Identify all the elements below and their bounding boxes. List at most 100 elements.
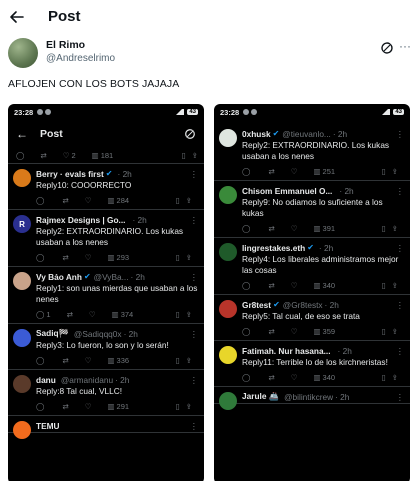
reply-item[interactable]: Gr8test ✔ @Gr8testx · 2h ⋮ Reply5: Tal c…	[214, 295, 410, 341]
bookmark-icon[interactable]: ▯	[176, 253, 180, 262]
like-icon[interactable]: ♡	[291, 373, 298, 382]
share-icon[interactable]: ⇪	[392, 373, 398, 382]
repost-icon[interactable]: ⇄	[67, 310, 73, 319]
more-options-icon[interactable]: ⋮	[190, 272, 198, 282]
reply-author-name[interactable]: Vy Bảo Anh	[36, 272, 82, 282]
reply-author-handle[interactable]: @Sadiqqq0x	[74, 329, 122, 339]
repost-icon[interactable]: ⇄	[268, 167, 274, 176]
share-icon[interactable]: ⇪	[392, 327, 398, 336]
bookmark-icon[interactable]: ▯	[382, 224, 386, 233]
reply-icon[interactable]: ◯	[242, 327, 252, 336]
reply-icon[interactable]: ◯	[36, 253, 46, 262]
share-icon[interactable]: ⇪	[392, 281, 398, 290]
like-icon[interactable]: ♡	[85, 253, 92, 262]
avatar[interactable]: R	[13, 215, 31, 233]
avatar[interactable]	[219, 186, 237, 204]
avatar[interactable]	[13, 272, 31, 290]
reply-author-name[interactable]: Jarule 🚢	[242, 391, 279, 402]
reply-author-name[interactable]: lingrestakes.eth	[242, 243, 305, 253]
share-icon[interactable]: ⇪	[392, 224, 398, 233]
bookmark-icon[interactable]: ▯	[176, 402, 180, 411]
avatar[interactable]	[13, 421, 31, 439]
reply-author-name[interactable]: TEMU	[36, 421, 60, 431]
reply-icon[interactable]: ◯	[242, 167, 252, 176]
reply-item[interactable]: danu @armanidanu · 2h ⋮ Reply:8 Tal cual…	[8, 370, 204, 416]
more-options-icon[interactable]: ⋮	[396, 243, 404, 253]
reply-item[interactable]: Sadiq🏁 @Sadiqqq0x · 2h ⋮ Reply3: Lo fuer…	[8, 324, 204, 370]
views-icon[interactable]: ▥ 251	[313, 167, 335, 176]
like-icon[interactable]: ♡	[291, 167, 298, 176]
reply-item[interactable]: Vy Bảo Anh ✔ @VyBa... · 2h ⋮ Reply1: son…	[8, 267, 204, 324]
share-icon[interactable]: ⇪	[186, 402, 192, 411]
bookmark-icon[interactable]: ▯	[176, 196, 180, 205]
reply-item[interactable]: 0xhusk ✔ @tieuvanlo... · 2h ⋮ Reply2: EX…	[214, 124, 410, 181]
reply-item[interactable]: TEMU ⋮	[8, 416, 204, 439]
more-options-icon[interactable]: ⋮	[190, 215, 198, 225]
avatar[interactable]	[13, 375, 31, 393]
author-name[interactable]: El Rimo	[46, 39, 85, 51]
views-icon[interactable]: ▥ 374	[112, 310, 134, 319]
repost-icon[interactable]: ⇄	[268, 327, 274, 336]
reply-author-handle[interactable]: @armanidanu	[61, 375, 113, 385]
views-icon[interactable]: ▥ 293	[107, 253, 129, 262]
like-icon[interactable]: ♡	[89, 310, 96, 319]
reply-author-name[interactable]: Sadiq🏁	[36, 328, 69, 339]
reply-author-handle[interactable]: @tieuvanlo...	[282, 129, 331, 139]
like-icon[interactable]: ♡	[85, 356, 92, 365]
repost-icon[interactable]: ⇄	[62, 356, 68, 365]
share-icon[interactable]: ⇪	[392, 167, 398, 176]
reply-item[interactable]: R Rajmex Designs | Go... · 2h ⋮ Reply2: …	[8, 210, 204, 267]
avatar[interactable]	[219, 129, 237, 147]
repost-icon[interactable]: ⇄	[62, 402, 68, 411]
views-icon[interactable]: ▥ 391	[313, 224, 335, 233]
repost-icon[interactable]: ⇄	[268, 281, 274, 290]
views-icon[interactable]: ▥ 291	[107, 402, 129, 411]
share-icon[interactable]: ⇪	[186, 253, 192, 262]
reply-author-name[interactable]: danu	[36, 375, 56, 385]
more-options-icon[interactable]: ⋮	[396, 129, 404, 139]
avatar[interactable]	[219, 346, 237, 364]
reply-author-name[interactable]: Rajmex Designs | Go...	[36, 215, 125, 225]
views-icon[interactable]: ▥ 340	[313, 281, 335, 290]
bookmark-icon[interactable]: ▯	[382, 373, 386, 382]
repost-icon[interactable]: ⇄	[62, 196, 68, 205]
like-icon[interactable]: ♡	[85, 402, 92, 411]
like-icon[interactable]: ♡	[291, 224, 298, 233]
reply-icon[interactable]: ◯	[36, 402, 46, 411]
reply-author-name[interactable]: Berry · evals first	[36, 169, 104, 179]
views-icon[interactable]: ▥ 359	[313, 327, 335, 336]
like-icon[interactable]: ♡	[291, 327, 298, 336]
views-icon[interactable]: ▥ 340	[313, 373, 335, 382]
reply-author-handle[interactable]: @Gr8testx	[283, 300, 323, 310]
share-icon[interactable]: ⇪	[186, 356, 192, 365]
reply-icon[interactable]: ◯	[242, 281, 252, 290]
share-icon[interactable]: ⇪	[186, 310, 192, 319]
more-options-icon[interactable]: ⋮	[396, 392, 404, 402]
more-options-icon[interactable]: ···	[398, 40, 412, 55]
avatar[interactable]	[219, 300, 237, 318]
bookmark-icon[interactable]: ▯	[382, 281, 386, 290]
avatar[interactable]	[219, 392, 237, 410]
like-icon[interactable]: ♡	[291, 281, 298, 290]
reply-item[interactable]: Fatimah. Nur hasana... · 2h ⋮ Reply11: T…	[214, 341, 410, 387]
views-icon[interactable]: ▥ 336	[107, 356, 129, 365]
repost-icon[interactable]: ⇄	[268, 224, 274, 233]
avatar[interactable]	[13, 329, 31, 347]
more-options-icon[interactable]: ⋮	[190, 421, 198, 431]
share-icon[interactable]: ⇪	[186, 196, 192, 205]
reply-icon[interactable]: ◯	[36, 356, 46, 365]
more-options-icon[interactable]: ⋮	[396, 300, 404, 310]
reply-icon[interactable]: ◯	[242, 373, 252, 382]
reply-author-handle[interactable]: @VyBa...	[94, 272, 129, 282]
bookmark-icon[interactable]: ▯	[176, 310, 180, 319]
more-options-icon[interactable]: ⋮	[190, 375, 198, 385]
more-options-icon[interactable]: ⋮	[190, 329, 198, 339]
reply-author-handle[interactable]: @bilintikcrew	[284, 392, 333, 402]
reply-author-name[interactable]: Gr8test	[242, 300, 271, 310]
author-handle[interactable]: @Andreselrimo	[46, 53, 115, 64]
grok-icon[interactable]	[380, 41, 394, 55]
repost-icon[interactable]: ⇄	[268, 373, 274, 382]
back-button[interactable]	[6, 6, 28, 28]
repost-icon[interactable]: ⇄	[62, 253, 68, 262]
reply-icon[interactable]: ◯	[36, 196, 46, 205]
